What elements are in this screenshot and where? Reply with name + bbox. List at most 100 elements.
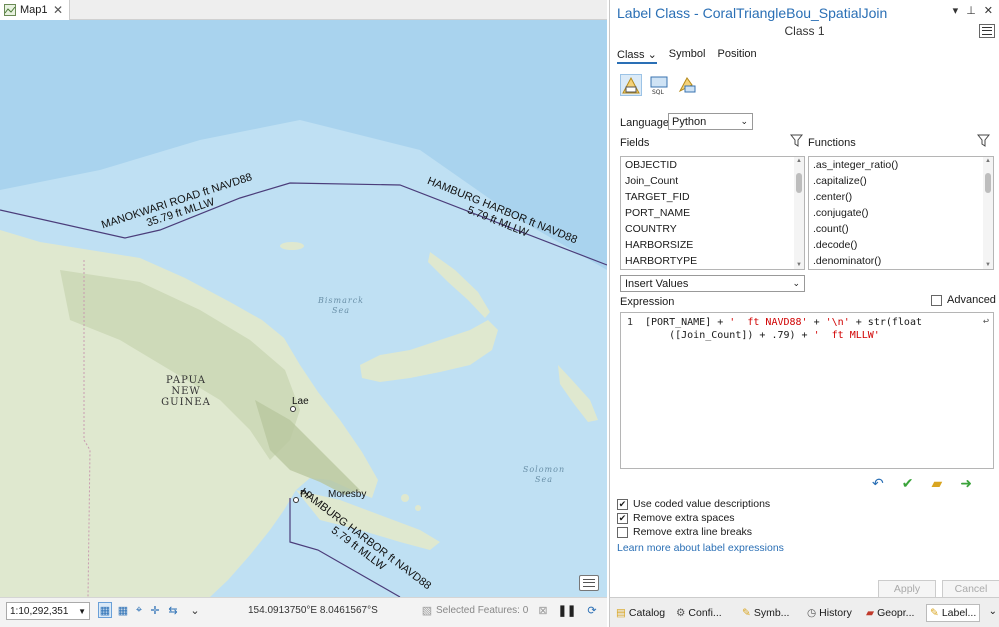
option-remove-linebreaks[interactable]: Remove extra line breaks bbox=[617, 526, 752, 538]
pane-options-icon[interactable]: ▾ bbox=[953, 4, 959, 17]
language-value: Python bbox=[672, 115, 707, 128]
city-port-moresby-part1: Po bbox=[300, 489, 313, 500]
tab-catalog[interactable]: ▤ Catalog bbox=[616, 604, 665, 622]
list-item[interactable]: .center() bbox=[809, 189, 993, 205]
fields-label: Fields bbox=[620, 137, 650, 149]
label-expression-icon[interactable] bbox=[620, 74, 642, 96]
list-item[interactable]: COUNTRY bbox=[621, 221, 804, 237]
sql-query-icon[interactable]: SQL bbox=[648, 74, 670, 96]
advanced-checkbox[interactable] bbox=[931, 294, 942, 306]
undo-icon[interactable]: ↶ bbox=[872, 475, 884, 492]
filter-icon[interactable] bbox=[977, 134, 990, 147]
tab-configure[interactable]: ⚙ Confi... bbox=[676, 604, 722, 622]
functions-list[interactable]: .as_integer_ratio() .capitalize() .cente… bbox=[808, 156, 994, 270]
tab-position[interactable]: Position bbox=[717, 48, 756, 64]
list-item[interactable]: OBJECTID bbox=[621, 157, 804, 173]
sea-bismarck-line1: Bismarck bbox=[317, 296, 365, 305]
map-tab-title: Map1 bbox=[20, 4, 48, 16]
option-remove-spaces[interactable]: ✔ Remove extra spaces bbox=[617, 512, 735, 524]
learn-more-link[interactable]: Learn more about label expressions bbox=[617, 542, 784, 554]
pause-icon[interactable]: ❚❚ bbox=[558, 602, 576, 618]
line-number: 1 bbox=[627, 317, 634, 328]
list-item[interactable]: Join_Count bbox=[621, 173, 804, 189]
tab-history[interactable]: ◷ History bbox=[807, 604, 852, 622]
fields-scrollbar[interactable]: ▲ ▼ bbox=[794, 157, 804, 269]
list-item[interactable]: .count() bbox=[809, 221, 993, 237]
insert-values-select[interactable]: Insert Values ⌄ bbox=[620, 275, 805, 292]
tab-label: History bbox=[819, 607, 852, 619]
pin-icon[interactable]: ⊥ bbox=[966, 4, 976, 17]
list-item[interactable]: .as_integer_ratio() bbox=[809, 157, 993, 173]
option-label: Remove extra line breaks bbox=[633, 526, 753, 538]
list-item[interactable]: TARGET_FID bbox=[621, 189, 804, 205]
country-line1: PAPUA bbox=[166, 375, 206, 386]
expr-string: '\n' bbox=[825, 317, 850, 328]
fields-list[interactable]: OBJECTID Join_Count TARGET_FID PORT_NAME… bbox=[620, 156, 805, 270]
advanced-toggle[interactable]: Advanced bbox=[931, 294, 996, 306]
list-item[interactable]: .denominator() bbox=[809, 253, 993, 269]
tab-map1[interactable]: Map1 ✕ bbox=[0, 0, 70, 20]
tab-symbol[interactable]: Symbol bbox=[669, 48, 706, 64]
map-statusbar: 1:10,292,351 ▼ ▦ ▦ ⌖ ✛ ⇆ ⌄ 154.0913750°E… bbox=[0, 597, 607, 627]
expr-token: + bbox=[807, 317, 826, 328]
constraint-icon[interactable]: ⌖ bbox=[132, 602, 146, 618]
expr-token: [PORT_NAME] + bbox=[645, 317, 730, 328]
grid-icon[interactable]: ▦ bbox=[116, 602, 130, 618]
option-label: Use coded value descriptions bbox=[633, 498, 771, 510]
expression-text[interactable]: [PORT_NAME] + ' ft NAVD88' + '\n' + str(… bbox=[645, 316, 922, 342]
sea-solomon-line1: Solomon bbox=[522, 465, 566, 474]
chevron-down-icon: ⌄ bbox=[647, 49, 657, 61]
selection-clear-icon[interactable]: ⊠ bbox=[536, 602, 550, 618]
open-folder-icon[interactable]: ▰ bbox=[931, 475, 942, 492]
functions-label: Functions bbox=[808, 137, 856, 149]
verify-icon[interactable]: ✔ bbox=[902, 475, 914, 492]
option-coded-values[interactable]: ✔ Use coded value descriptions bbox=[617, 498, 770, 510]
coded-values-checkbox[interactable]: ✔ bbox=[617, 498, 628, 510]
scale-dropdown[interactable]: 1:10,292,351 ▼ bbox=[6, 602, 90, 620]
chevron-down-icon: ⌄ bbox=[740, 116, 748, 126]
expr-string: ' ft NAVD88' bbox=[729, 317, 808, 328]
tab-label: Geopr... bbox=[877, 607, 915, 619]
tab-symbology[interactable]: ✎ Symb... bbox=[742, 604, 789, 622]
close-icon[interactable]: ✕ bbox=[53, 3, 63, 17]
tab-geoprocessing[interactable]: ▰ Geopr... bbox=[866, 604, 914, 622]
list-item[interactable]: HARBORSIZE bbox=[621, 237, 804, 253]
crosshair-icon[interactable]: ✛ bbox=[148, 602, 162, 618]
sea-solomon: Solomon Sea bbox=[518, 465, 570, 485]
cancel-button[interactable]: Cancel bbox=[942, 580, 999, 598]
map-overview-icon[interactable] bbox=[579, 575, 599, 591]
label-class-pane: Label Class - CoralTriangleBou_SpatialJo… bbox=[609, 0, 999, 598]
map-view[interactable]: MANOKWARI ROAD ft NAVD88 35.79 ft MLLW H… bbox=[0, 20, 607, 597]
chevron-down-icon[interactable]: ⌄ bbox=[188, 602, 202, 618]
word-wrap-icon: ↩ bbox=[982, 316, 989, 327]
list-item[interactable]: HARBORTYPE bbox=[621, 253, 804, 269]
tab-class[interactable]: Class ⌄ bbox=[617, 48, 657, 64]
tab-label-class[interactable]: ✎ Label... bbox=[926, 604, 981, 622]
list-item[interactable]: .conjugate() bbox=[809, 205, 993, 221]
remove-linebreaks-checkbox[interactable] bbox=[617, 526, 628, 538]
snapping-icon[interactable]: ▦ bbox=[98, 602, 112, 618]
list-item[interactable]: .decode() bbox=[809, 237, 993, 253]
remove-spaces-checkbox[interactable]: ✔ bbox=[617, 512, 628, 524]
list-item[interactable]: .capitalize() bbox=[809, 173, 993, 189]
history-icon: ◷ bbox=[807, 607, 817, 619]
expression-toolbar: ↶ ✔ ▰ ➜ bbox=[872, 475, 972, 492]
apply-button[interactable]: Apply bbox=[878, 580, 936, 598]
city-port-moresby-part2: Moresby bbox=[328, 489, 367, 500]
filter-icon[interactable] bbox=[790, 134, 803, 147]
export-arrow-icon[interactable]: ➜ bbox=[960, 475, 972, 492]
more-tabs-icon[interactable]: ⌄ bbox=[989, 606, 997, 617]
expression-editor[interactable]: 1 [PORT_NAME] + ' ft NAVD88' + '\n' + st… bbox=[620, 312, 994, 469]
chevron-down-icon: ⌄ bbox=[792, 278, 800, 288]
close-icon[interactable]: ✕ bbox=[984, 4, 993, 17]
label-placement-icon[interactable] bbox=[676, 74, 698, 96]
refresh-icon[interactable]: ⟳ bbox=[585, 602, 599, 618]
language-label: Language bbox=[620, 117, 669, 129]
list-item[interactable]: PORT_NAME bbox=[621, 205, 804, 221]
functions-scrollbar[interactable]: ▲ ▼ bbox=[983, 157, 993, 269]
language-select[interactable]: Python ⌄ bbox=[668, 113, 753, 130]
selection-icon: ▧ bbox=[421, 604, 433, 617]
expr-token: ([Join_Count]) + .79) + bbox=[669, 330, 814, 341]
menu-icon[interactable] bbox=[979, 24, 995, 38]
flip-icon[interactable]: ⇆ bbox=[166, 602, 180, 618]
